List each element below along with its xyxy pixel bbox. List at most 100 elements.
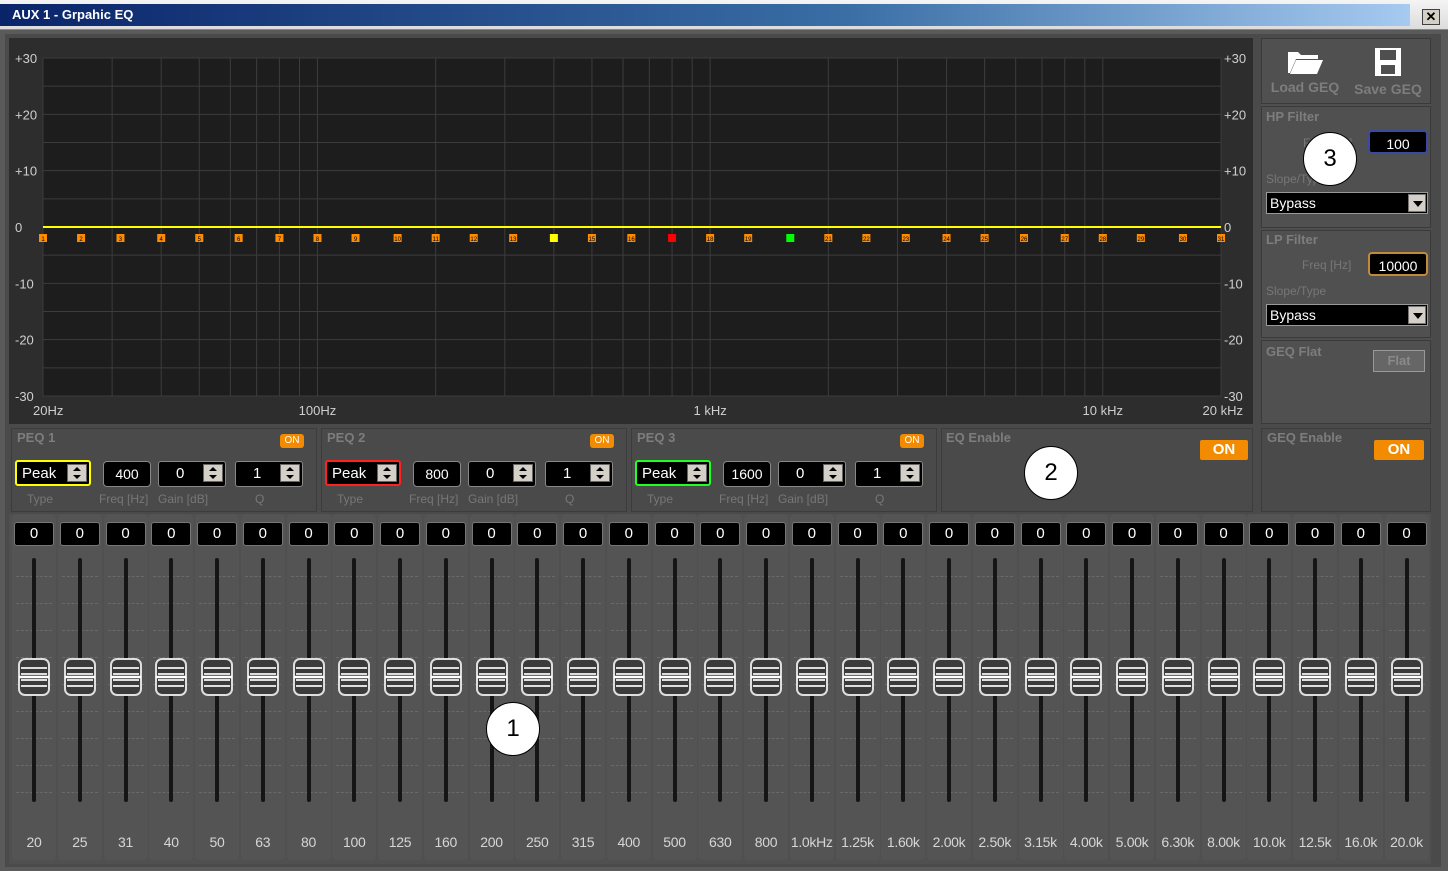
fader-knob[interactable] <box>933 658 965 696</box>
spinner-icon <box>900 464 920 482</box>
fader-value-input[interactable]: 0 <box>837 522 878 546</box>
peq-3-freq-input[interactable]: 1600 <box>723 461 771 487</box>
fader-value-input[interactable]: 0 <box>197 522 237 546</box>
fader-value-input[interactable]: 0 <box>746 522 786 546</box>
fader-knob[interactable] <box>658 658 691 696</box>
hp-slope-select[interactable]: Bypass <box>1266 192 1428 214</box>
fader-freq-label: 315 <box>571 834 595 850</box>
fader-value-input[interactable]: 0 <box>1112 522 1152 546</box>
fader-knob[interactable] <box>841 658 874 696</box>
fader-knob[interactable] <box>109 658 142 696</box>
fader-knob[interactable] <box>1070 658 1103 696</box>
fader-knob[interactable] <box>795 658 828 696</box>
fader-knob[interactable] <box>567 658 599 696</box>
fader-value-input[interactable]: 0 <box>608 522 649 546</box>
lp-freq-input[interactable]: 10000 <box>1368 252 1428 276</box>
fader-freq-label: 3.15k <box>1024 834 1057 850</box>
fader-knob[interactable] <box>246 658 279 696</box>
fader-knob[interactable] <box>1024 658 1057 696</box>
peq-3-gain-input[interactable]: 0 <box>778 461 846 487</box>
fader-value-input[interactable]: 0 <box>1386 522 1427 546</box>
peq-1-type-value: Peak <box>22 465 57 482</box>
fader-knob[interactable] <box>475 658 508 696</box>
peq-1-type-select[interactable]: Peak <box>15 460 91 486</box>
fader-knob[interactable] <box>1207 658 1240 696</box>
fader-value-input[interactable]: 0 <box>929 522 969 546</box>
fader-knob[interactable] <box>1253 658 1286 696</box>
fader-knob[interactable] <box>750 658 782 696</box>
fader-knob[interactable] <box>1299 658 1331 696</box>
fader-knob[interactable] <box>1161 658 1194 696</box>
fader-knob[interactable] <box>521 658 554 696</box>
fader-value-input[interactable]: 0 <box>334 522 375 546</box>
peq-1-gain-input[interactable]: 0 <box>158 461 226 487</box>
lp-slope-select[interactable]: Bypass <box>1266 304 1428 326</box>
fader-value-input[interactable]: 0 <box>1203 522 1244 546</box>
save-geq-button[interactable]: Save GEQ <box>1347 46 1429 102</box>
peq-2-type-select[interactable]: Peak <box>325 460 401 486</box>
fader-knob[interactable] <box>1116 658 1148 696</box>
fader-freq-label: 12.5k <box>1298 834 1332 850</box>
band-marker-label: 10 <box>394 237 401 243</box>
fader-knob[interactable] <box>978 658 1011 696</box>
fader-value-input[interactable]: 0 <box>380 522 420 546</box>
fader-freq-label: 40 <box>163 834 179 850</box>
fader-value-input[interactable]: 0 <box>14 522 54 546</box>
fader-value-input[interactable]: 0 <box>654 522 695 546</box>
fader-knob[interactable] <box>155 658 188 696</box>
peq-1-freq-input[interactable]: 400 <box>103 461 151 487</box>
fader-value-input[interactable]: 0 <box>1295 522 1335 546</box>
fader-knob[interactable] <box>201 658 233 696</box>
fader-knob[interactable] <box>1390 658 1423 696</box>
geq-enable-button[interactable]: ON <box>1374 440 1424 460</box>
fader-knob[interactable] <box>1344 658 1377 696</box>
geq-flat-button[interactable]: Flat <box>1373 350 1425 372</box>
fader-value-input[interactable]: 0 <box>151 522 192 546</box>
fader-knob[interactable] <box>887 658 920 696</box>
fader-value-input[interactable]: 0 <box>425 522 466 546</box>
fader-value-input[interactable]: 0 <box>59 522 100 546</box>
fader-value-input[interactable]: 0 <box>471 522 512 546</box>
hp-freq-input[interactable]: 100 <box>1368 130 1428 154</box>
peq-3-type-select[interactable]: Peak <box>635 460 711 486</box>
peq-3-q-input[interactable]: 1 <box>855 461 923 487</box>
fader-freq-label: 16.0k <box>1344 834 1378 850</box>
fader-value-input[interactable]: 0 <box>1066 522 1107 546</box>
fader-value-input[interactable]: 0 <box>700 522 741 546</box>
peq-2-on-button[interactable]: ON <box>590 434 614 448</box>
peq-2-freq-input[interactable]: 800 <box>413 461 461 487</box>
fader-value-input[interactable]: 0 <box>883 522 924 546</box>
fader-channel: 0 16.0k <box>1338 514 1383 860</box>
fader-value-input[interactable]: 0 <box>242 522 283 546</box>
fader-knob[interactable] <box>612 658 645 696</box>
peq-3-on-button[interactable]: ON <box>900 434 924 448</box>
fader-value-input[interactable]: 0 <box>288 522 329 546</box>
fader-value-input[interactable]: 0 <box>563 522 603 546</box>
load-geq-button[interactable]: Load GEQ <box>1265 46 1345 102</box>
fader-value-input[interactable]: 0 <box>791 522 832 546</box>
geq-enable-title: GEQ Enable <box>1267 430 1343 445</box>
peq-2-q-input[interactable]: 1 <box>545 461 613 487</box>
fader-value-input[interactable]: 0 <box>1157 522 1198 546</box>
fader-knob[interactable] <box>18 658 50 696</box>
fader-knob[interactable] <box>704 658 737 696</box>
peq-2-gain-input[interactable]: 0 <box>468 461 536 487</box>
fader-value-input[interactable]: 0 <box>1249 522 1290 546</box>
peq-1-q-input[interactable]: 1 <box>235 461 303 487</box>
peq-1-on-button[interactable]: ON <box>280 434 304 448</box>
fader-value-input[interactable]: 0 <box>974 522 1015 546</box>
band-marker-label: 11 <box>433 237 440 243</box>
close-button[interactable]: ✕ <box>1422 9 1440 25</box>
fader-value-input[interactable]: 0 <box>105 522 146 546</box>
fader-knob[interactable] <box>384 658 416 696</box>
fader-knob[interactable] <box>63 658 96 696</box>
fader-freq-label: 200 <box>480 834 503 850</box>
fader-value-input[interactable]: 0 <box>517 522 558 546</box>
eq-enable-button[interactable]: ON <box>1200 440 1248 460</box>
fader-value-input[interactable]: 0 <box>1340 522 1381 546</box>
fader-knob[interactable] <box>429 658 462 696</box>
fader-knob[interactable] <box>338 658 371 696</box>
fader-value-input[interactable]: 0 <box>1020 522 1061 546</box>
peq-1-gain-value: 0 <box>176 465 185 482</box>
fader-knob[interactable] <box>292 658 325 696</box>
